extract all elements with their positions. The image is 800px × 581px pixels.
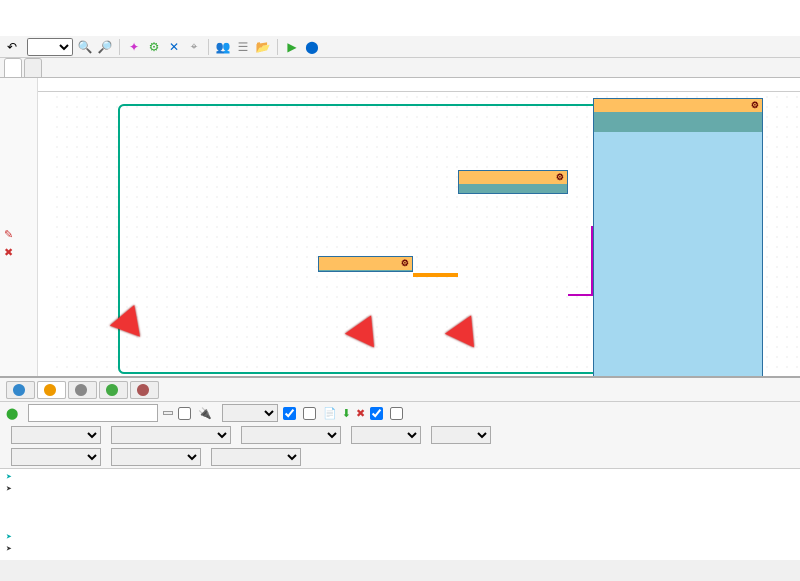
console-icon: ➤ <box>6 485 18 496</box>
flashmode-select[interactable] <box>351 426 421 444</box>
tool-icon-5[interactable]: 👥 <box>215 39 231 55</box>
tool-icon-2[interactable]: ⚙ <box>146 39 162 55</box>
block-httpclient[interactable]: ⚙ <box>458 170 568 194</box>
board-icon: ⬤ <box>6 407 18 420</box>
zoom-in-icon[interactable]: 🔍 <box>77 39 93 55</box>
build-icon <box>44 384 56 396</box>
window-title <box>0 0 800 18</box>
partition-select[interactable] <box>111 426 231 444</box>
build-row-1: ⬤ 🔌 📄 ⬇ ✖ <box>0 402 800 424</box>
help-icon <box>13 384 25 396</box>
board-more-button[interactable] <box>163 411 173 415</box>
separator <box>119 39 120 55</box>
tool-icon[interactable]: 📄 <box>323 407 337 420</box>
tool-icon-6[interactable]: ☰ <box>235 39 251 55</box>
platforms-icon <box>106 384 118 396</box>
tab-platforms[interactable] <box>99 381 128 399</box>
flashfreq-select[interactable] <box>431 426 491 444</box>
verbose2-checkbox[interactable] <box>303 407 316 420</box>
sidebar-tool-icon[interactable]: ✖ <box>4 246 18 260</box>
autoscroll-checkbox[interactable] <box>370 407 383 420</box>
tab-code[interactable] <box>24 58 42 77</box>
serial-icon <box>75 384 87 396</box>
main-toolbar: ↶ 🔍 🔎 ✦ ⚙ ✕ ⌖ 👥 ☰ 📂 ▶ ⬤ <box>0 36 800 58</box>
ruler-horizontal <box>38 78 800 92</box>
gear-icon[interactable]: ⚙ <box>556 172 564 183</box>
tool-icon-7[interactable]: 📂 <box>255 39 271 55</box>
upload-select[interactable] <box>111 448 201 466</box>
tab-build[interactable] <box>37 381 66 399</box>
wire <box>413 273 458 277</box>
port-icon: 🔌 <box>198 407 212 420</box>
timestamp-checkbox[interactable] <box>390 407 403 420</box>
tool-icon-8[interactable]: ▶ <box>284 39 300 55</box>
separator <box>208 39 209 55</box>
menubar <box>0 18 800 36</box>
bottom-panel: ⬤ 🔌 📄 ⬇ ✖ ➤ ➤ <box>0 376 800 560</box>
console-icon: ➤ <box>6 545 18 556</box>
gear-icon[interactable]: ⚙ <box>401 258 409 269</box>
back-icon[interactable]: ↶ <box>4 39 20 55</box>
design-canvas[interactable]: ⚙ ⚙ ⚙ <box>38 78 800 376</box>
console-icon: ➤ <box>6 473 18 484</box>
tab-libraries[interactable] <box>130 381 159 399</box>
tool-icon[interactable]: ⬇ <box>342 407 351 420</box>
sidebar-tool-icon[interactable]: ✎ <box>4 228 18 242</box>
psram-select[interactable] <box>11 426 101 444</box>
libraries-icon <box>137 384 149 396</box>
verbose-checkbox[interactable] <box>178 407 191 420</box>
save-checkbox[interactable] <box>283 407 296 420</box>
wire <box>568 226 593 296</box>
flashsize-select[interactable] <box>11 448 101 466</box>
zoom-out-icon[interactable]: 🔎 <box>97 39 113 55</box>
tab-serial[interactable] <box>68 381 97 399</box>
editor-tabs <box>0 58 800 78</box>
build-row-3 <box>0 446 800 468</box>
coredbg-select[interactable] <box>211 448 301 466</box>
build-console: ➤ ➤ ➤ ➤ <box>0 468 800 560</box>
tab-main[interactable] <box>4 58 22 77</box>
build-row-2 <box>0 424 800 446</box>
tool-icon-3[interactable]: ✕ <box>166 39 182 55</box>
tool-icon-9[interactable]: ⬤ <box>304 39 320 55</box>
port-select[interactable] <box>222 404 278 422</box>
board-field[interactable] <box>28 404 158 422</box>
tool-icon-1[interactable]: ✦ <box>126 39 142 55</box>
bottom-tabs <box>0 378 800 402</box>
tool-icon-4[interactable]: ⌖ <box>186 39 202 55</box>
tab-help[interactable] <box>6 381 35 399</box>
tool-icon[interactable]: ✖ <box>356 407 365 420</box>
zoom-select[interactable] <box>27 38 73 56</box>
cpufreq-select[interactable] <box>241 426 341 444</box>
left-sidebar: ✎ ✖ <box>0 78 38 376</box>
separator <box>277 39 278 55</box>
block-ttgo-esp32[interactable]: ⚙ <box>593 98 763 376</box>
block-clockgenerator[interactable]: ⚙ <box>318 256 413 272</box>
gear-icon[interactable]: ⚙ <box>751 100 759 111</box>
console-icon: ➤ <box>6 533 18 544</box>
